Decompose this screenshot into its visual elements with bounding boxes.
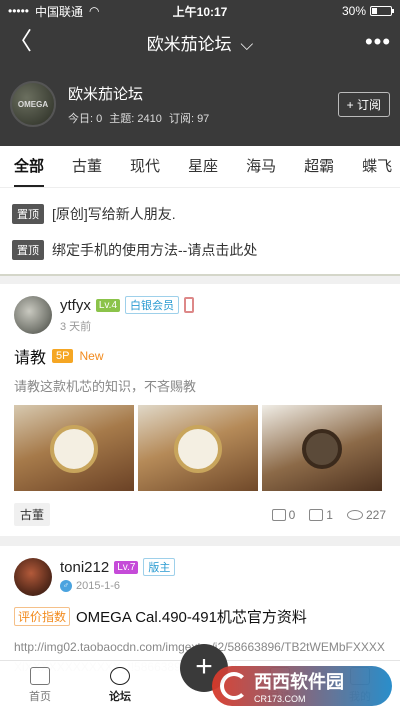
tab-home[interactable]: 首页	[0, 661, 80, 710]
post-title-row: 请教 5P New	[14, 344, 386, 368]
tab-speedmaster[interactable]: 超霸	[290, 146, 348, 187]
status-bar: ••••• 中国联通 ◠ 上午10:17 30%	[0, 0, 400, 22]
post-title: 请教	[14, 350, 47, 367]
tab-modern[interactable]: 现代	[116, 146, 174, 187]
male-icon: ♂	[60, 580, 72, 592]
post-image[interactable]	[262, 405, 382, 491]
post-image[interactable]	[14, 405, 134, 491]
pinned-item[interactable]: 置顶 绑定手机的使用方法--请点击此处	[0, 232, 400, 268]
page-title: 欧米茄论坛 ⌵	[0, 30, 400, 55]
comment-count: 1	[326, 507, 333, 522]
status-left: ••••• 中国联通 ◠	[8, 3, 100, 20]
post-body: 请教这款机芯的知识，不吝赐教	[14, 379, 197, 394]
post-time: 2015-1-6	[76, 580, 121, 592]
chevron-down-icon[interactable]: ⌵	[240, 35, 253, 55]
avatar[interactable]	[14, 558, 52, 596]
battery-percent: 30%	[341, 4, 366, 18]
comment-icon	[309, 508, 324, 521]
stat-today: 今日: 0	[68, 112, 103, 125]
pinned-list: 置顶 [原创]写给新人朋友. 置顶 绑定手机的使用方法--请点击此处	[0, 188, 400, 274]
home-icon	[30, 667, 50, 685]
stat-topics: 主题: 2410	[109, 112, 162, 125]
phone-icon	[184, 297, 195, 313]
watermark-title: 西西软件园	[254, 672, 344, 692]
watermark-c-icon	[220, 672, 248, 700]
level-badge: Lv.4	[95, 298, 121, 312]
thumb-up-icon	[271, 508, 286, 521]
back-button[interactable]: 〈	[0, 22, 40, 62]
author-nameline: ytfyx Lv.4 白银会员	[60, 296, 195, 314]
clock-image-face	[174, 425, 222, 473]
username[interactable]: toni212	[60, 559, 109, 576]
username[interactable]: ytfyx	[60, 297, 91, 314]
role-badge: 版主	[143, 558, 176, 576]
pinned-badge: 置顶	[12, 240, 44, 260]
role-badge: 白银会员	[125, 296, 180, 314]
forum-stats: 今日: 0 主题: 2410 订阅: 97	[68, 110, 338, 126]
wifi-icon: ◠	[89, 4, 100, 18]
tab-constellation[interactable]: 星座	[174, 146, 232, 187]
new-badge: New	[79, 349, 104, 363]
like-count: 0	[288, 507, 296, 522]
forum-info: 欧米茄论坛 今日: 0 主题: 2410 订阅: 97	[68, 83, 338, 126]
section-divider	[0, 274, 400, 284]
view-stat: 227	[346, 507, 386, 522]
post-author: ytfyx Lv.4 白银会员 3 天前	[14, 296, 386, 334]
nav-bar: 〈 欧米茄论坛 ⌵ •••	[0, 22, 400, 62]
level-badge: Lv.7	[114, 560, 139, 574]
comment-button[interactable]: 1	[309, 508, 333, 522]
stat-subscriptions: 订阅: 97	[168, 112, 210, 125]
post-title-row: 评价指数 OMEGA Cal.490-491机芯官方资料	[14, 606, 386, 627]
signal-icon: •••••	[8, 4, 30, 18]
pinned-title: 绑定手机的使用方法--请点击此处	[52, 242, 258, 258]
tab-antique[interactable]: 古董	[58, 146, 116, 187]
post-image[interactable]	[138, 405, 258, 491]
status-right: 30%	[341, 4, 394, 18]
category-tag[interactable]: 古董	[14, 503, 51, 526]
view-count: 227	[365, 507, 386, 522]
page-title-text[interactable]: 欧米茄论坛	[147, 35, 232, 54]
forum-icon	[110, 667, 130, 685]
tab-forum[interactable]: 论坛	[80, 661, 160, 710]
watermark-logo: 西西软件园 CR173.COM	[212, 666, 392, 706]
section-divider	[0, 536, 400, 546]
post-footer: 古董 0 1 227	[14, 503, 386, 526]
category-tabs: 全部 古董 现代 星座 海马 超霸 蝶飞 日内	[0, 146, 400, 188]
tab-seamaster[interactable]: 海马	[232, 146, 290, 187]
post-time: 3 天前	[60, 321, 92, 333]
carrier-label: 中国联通	[35, 4, 84, 19]
like-button[interactable]: 0	[271, 507, 296, 522]
subscribe-button[interactable]: + 订阅	[337, 91, 390, 117]
author-info: toni212 Lv.7 版主 ♂ 2015-1-6	[60, 558, 176, 592]
tab-home-label: 首页	[29, 691, 51, 703]
forum-logo: OMEGA	[10, 81, 56, 127]
post-metrics: 0 1 227	[271, 507, 386, 522]
tab-deville[interactable]: 蝶飞	[348, 146, 400, 187]
forum-header: OMEGA 欧米茄论坛 今日: 0 主题: 2410 订阅: 97 + 订阅	[0, 62, 400, 146]
watermark-text: 西西软件园 CR173.COM	[254, 668, 344, 704]
watermark-sub: CR173.COM	[254, 694, 306, 704]
clock-image-face	[50, 425, 98, 473]
clock-image-face	[302, 429, 342, 469]
more-button[interactable]: •••	[356, 29, 400, 55]
tab-forum-label: 论坛	[109, 691, 131, 703]
eye-icon	[346, 509, 363, 520]
rating-tag: 评价指数	[14, 607, 71, 626]
post-author: toni212 Lv.7 版主 ♂ 2015-1-6	[14, 558, 386, 596]
points-badge: 5P	[52, 349, 74, 363]
pinned-title: [原创]写给新人朋友.	[52, 206, 176, 222]
post-title: OMEGA Cal.490-491机芯官方资料	[76, 609, 307, 626]
tab-all[interactable]: 全部	[0, 146, 58, 187]
avatar[interactable]	[14, 296, 52, 334]
pinned-item[interactable]: 置顶 [原创]写给新人朋友.	[0, 196, 400, 232]
battery-icon	[370, 6, 394, 16]
post-time-row: ♂ 2015-1-6	[60, 580, 175, 592]
author-nameline: toni212 Lv.7 版主	[60, 558, 176, 576]
pinned-badge: 置顶	[12, 204, 44, 224]
author-info: ytfyx Lv.4 白银会员 3 天前	[60, 296, 195, 334]
post-images	[14, 405, 386, 491]
post-card[interactable]: ytfyx Lv.4 白银会员 3 天前 请教 5P New 请教这款机芯的知识…	[0, 284, 400, 536]
forum-name: 欧米茄论坛	[68, 85, 144, 103]
